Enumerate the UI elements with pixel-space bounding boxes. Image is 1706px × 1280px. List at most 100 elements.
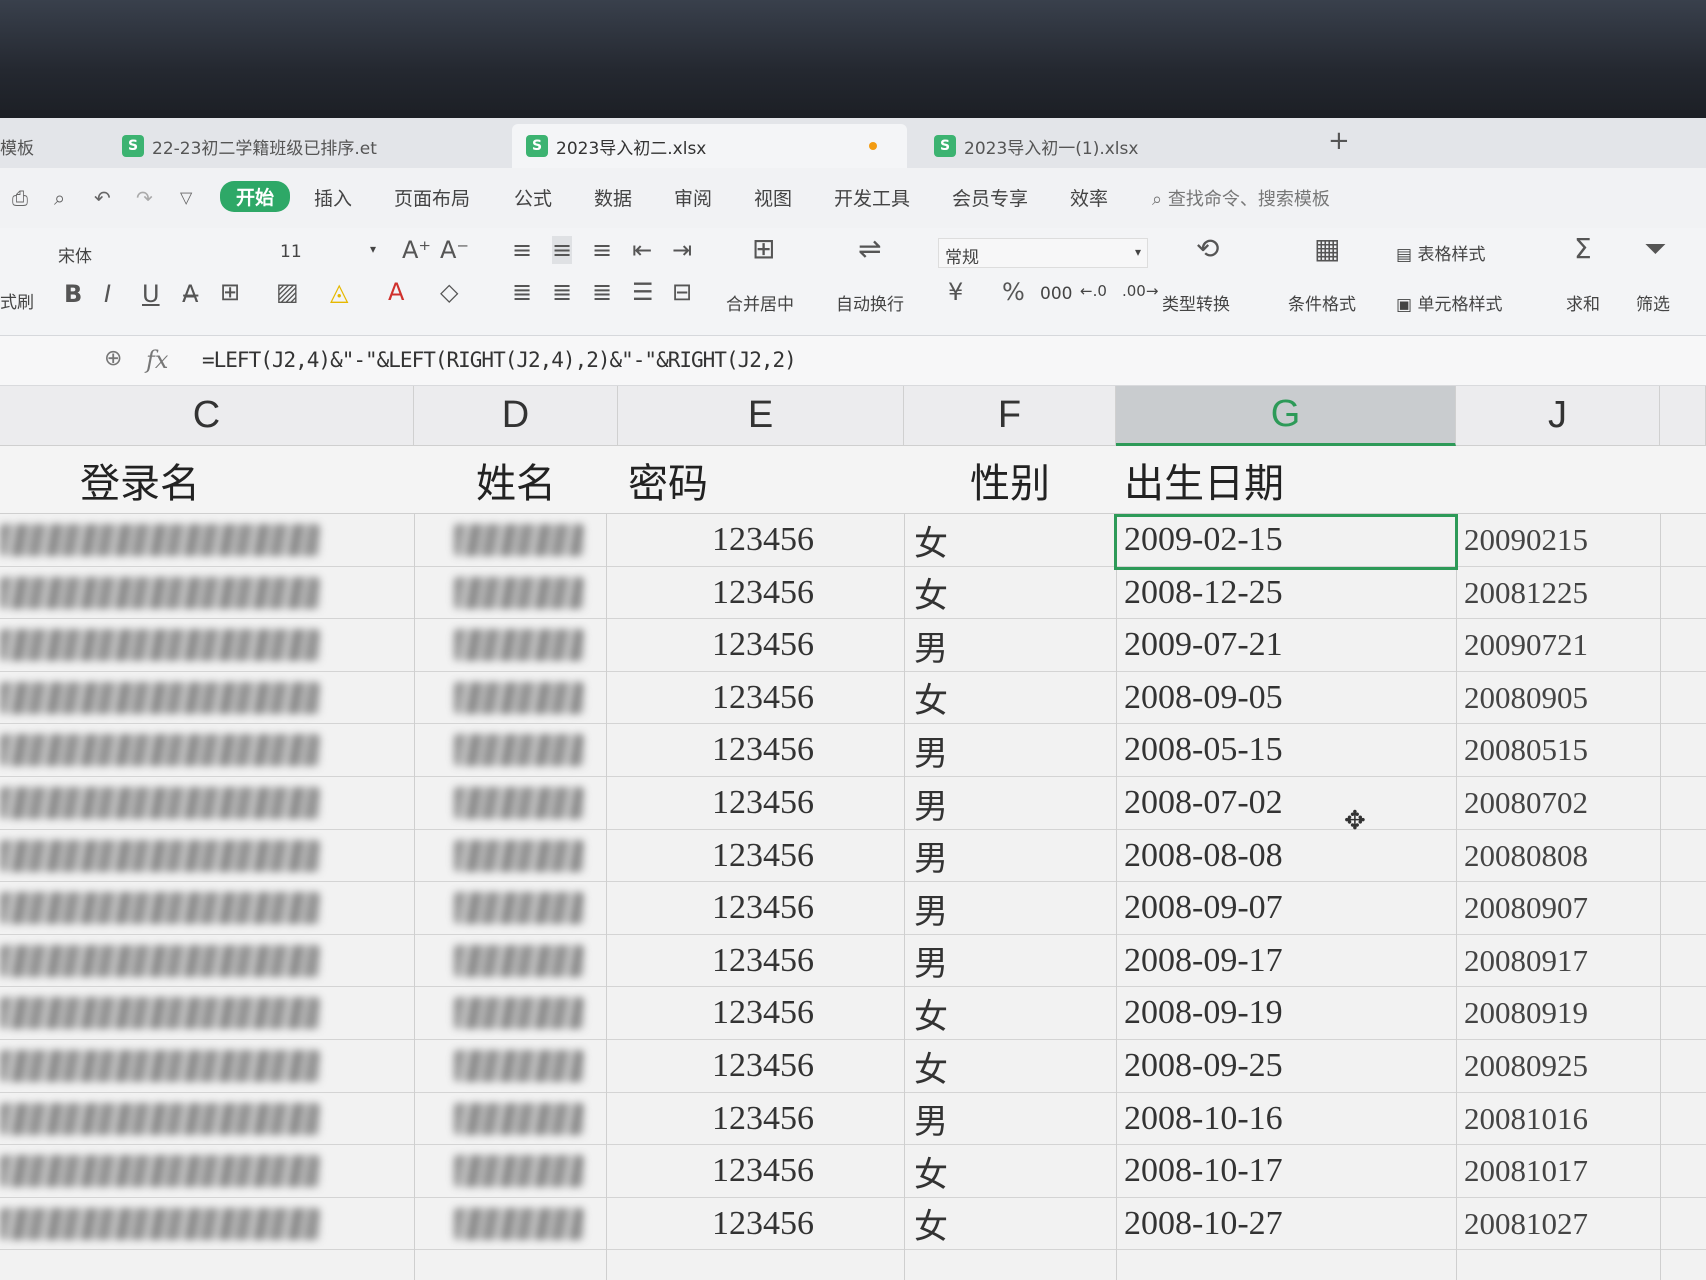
gender-cell[interactable]: 男	[914, 619, 948, 671]
gender-cell[interactable]: 女	[914, 672, 948, 724]
password-cell[interactable]: 123456	[712, 882, 814, 934]
birth-date-cell[interactable]: 2008-09-17	[1124, 935, 1283, 987]
column-header-f[interactable]: F	[904, 386, 1116, 446]
redacted-login-cell[interactable]	[0, 997, 320, 1030]
header-login[interactable]: 登录名	[80, 446, 200, 514]
redo-icon[interactable]: ↷	[136, 186, 153, 210]
thousands-separator-button[interactable]: 000	[1040, 284, 1072, 304]
birth-date-cell[interactable]: 2008-09-05	[1124, 672, 1283, 724]
command-search[interactable]: ⌕ 查找命令、搜索模板	[1152, 185, 1330, 211]
redacted-login-cell[interactable]	[0, 629, 320, 662]
redacted-login-cell[interactable]	[0, 1050, 320, 1082]
gender-cell[interactable]: 男	[914, 830, 948, 882]
print-preview-icon[interactable]: ⌕	[54, 186, 65, 210]
align-center-icon[interactable]: ≣	[552, 278, 572, 306]
birth-date-cell[interactable]: 2008-10-27	[1124, 1198, 1283, 1250]
menu-formulas[interactable]: 公式	[514, 184, 552, 211]
percent-format-button[interactable]: %	[1002, 278, 1025, 306]
redacted-login-cell[interactable]	[0, 892, 320, 925]
birth-date-cell[interactable]: 2008-08-08	[1124, 830, 1283, 882]
font-size[interactable]: 11	[280, 242, 302, 262]
birth-date-cell[interactable]: 2008-09-07	[1124, 882, 1283, 934]
raw-date-cell[interactable]: 20081016	[1464, 1093, 1588, 1145]
border-icon[interactable]: ⊞	[220, 278, 240, 306]
password-cell[interactable]: 123456	[712, 724, 814, 776]
wrap-text-button[interactable]: 自动换行	[836, 290, 904, 315]
birth-date-cell[interactable]: 2008-07-02	[1124, 777, 1283, 829]
decrease-font-icon[interactable]: A⁻	[440, 236, 469, 264]
conditional-format-button[interactable]: 条件格式	[1288, 290, 1356, 315]
decrease-decimal-icon[interactable]: .00→	[1122, 282, 1158, 300]
redacted-name-cell[interactable]	[454, 681, 584, 714]
redacted-name-cell[interactable]	[454, 997, 584, 1030]
redacted-login-cell[interactable]	[0, 1155, 320, 1188]
password-cell[interactable]: 123456	[712, 1093, 814, 1145]
menu-member[interactable]: 会员专享	[952, 184, 1028, 211]
password-cell[interactable]: 123456	[712, 514, 814, 566]
fx-icon[interactable]: fx	[146, 346, 168, 374]
column-header-d[interactable]: D	[414, 386, 618, 446]
password-cell[interactable]: 123456	[712, 619, 814, 671]
align-top-icon[interactable]: ≡	[512, 236, 532, 264]
password-cell[interactable]: 123456	[712, 672, 814, 724]
menu-data[interactable]: 数据	[594, 184, 632, 211]
redacted-login-cell[interactable]	[0, 787, 320, 819]
merge-icon[interactable]: ⊞	[752, 232, 775, 265]
sum-icon[interactable]: Σ	[1574, 232, 1592, 265]
raw-date-cell[interactable]: 20080702	[1464, 777, 1588, 829]
gender-cell[interactable]: 男	[914, 882, 948, 934]
gender-cell[interactable]: 女	[914, 514, 948, 566]
italic-icon[interactable]: I	[104, 280, 111, 308]
redacted-login-cell[interactable]	[0, 1102, 320, 1135]
active-cell-g2[interactable]	[1114, 514, 1458, 570]
birth-date-cell[interactable]: 2008-12-25	[1124, 567, 1283, 619]
birth-date-cell[interactable]: 2009-07-21	[1124, 619, 1283, 671]
redacted-name-cell[interactable]	[454, 629, 584, 662]
redacted-name-cell[interactable]	[454, 1050, 584, 1082]
font-color-icon[interactable]: A	[388, 278, 404, 306]
redacted-name-cell[interactable]	[454, 1102, 584, 1135]
raw-date-cell[interactable]: 20080917	[1464, 935, 1588, 987]
align-right-icon[interactable]: ≣	[592, 278, 612, 306]
redacted-name-cell[interactable]	[454, 892, 584, 925]
raw-date-cell[interactable]: 20080907	[1464, 882, 1588, 934]
header-birth-date[interactable]: 出生日期	[1124, 446, 1284, 514]
undo-icon[interactable]: ↶	[94, 186, 111, 210]
password-cell[interactable]: 123456	[712, 830, 814, 882]
increase-indent-icon[interactable]: ⇥	[672, 236, 692, 264]
underline-icon[interactable]: U	[142, 280, 160, 308]
justify-icon[interactable]: ☰	[632, 278, 654, 306]
zoom-icon[interactable]: ⊕	[104, 346, 122, 371]
column-header-e[interactable]: E	[618, 386, 904, 446]
redacted-login-cell[interactable]	[0, 576, 320, 609]
number-format-select[interactable]: 常规 ▾	[938, 238, 1148, 268]
gender-cell[interactable]: 女	[914, 1040, 948, 1092]
formula-input[interactable]: =LEFT(J2,4)&"-"&LEFT(RIGHT(J2,4),2)&"-"&…	[202, 348, 797, 372]
type-convert-button[interactable]: 类型转换	[1162, 290, 1230, 315]
menu-home[interactable]: 开始	[220, 181, 291, 212]
menu-developer[interactable]: 开发工具	[834, 184, 910, 211]
birth-date-cell[interactable]: 2008-10-16	[1124, 1093, 1283, 1145]
bold-icon[interactable]: B	[64, 280, 82, 308]
format-brush-label[interactable]: 式刷	[0, 288, 34, 313]
column-header-c[interactable]: C	[0, 386, 414, 446]
quick-access-chevron-icon[interactable]: ▽	[180, 188, 192, 207]
filter-button[interactable]: 筛选	[1636, 290, 1670, 315]
fill-color-icon[interactable]: ◬	[330, 278, 348, 306]
type-convert-icon[interactable]: ⟲	[1196, 232, 1219, 265]
gender-cell[interactable]: 男	[914, 777, 948, 829]
currency-format-button[interactable]: ¥	[948, 278, 963, 306]
raw-date-cell[interactable]: 20080919	[1464, 987, 1588, 1039]
chevron-down-icon[interactable]: ▾	[370, 242, 376, 256]
gender-cell[interactable]: 女	[914, 567, 948, 619]
redacted-login-cell[interactable]	[0, 944, 320, 977]
print-icon[interactable]: ⎙	[12, 186, 28, 210]
tab-document-2-active[interactable]: S 2023导入初二.xlsx	[512, 124, 907, 168]
column-header-g[interactable]: G	[1116, 386, 1456, 446]
password-cell[interactable]: 123456	[712, 567, 814, 619]
merge-center-button[interactable]: 合并居中	[726, 290, 794, 315]
redacted-name-cell[interactable]	[454, 524, 584, 556]
increase-font-icon[interactable]: A⁺	[402, 236, 431, 264]
raw-date-cell[interactable]: 20090721	[1464, 619, 1588, 671]
raw-date-cell[interactable]: 20081027	[1464, 1198, 1588, 1250]
